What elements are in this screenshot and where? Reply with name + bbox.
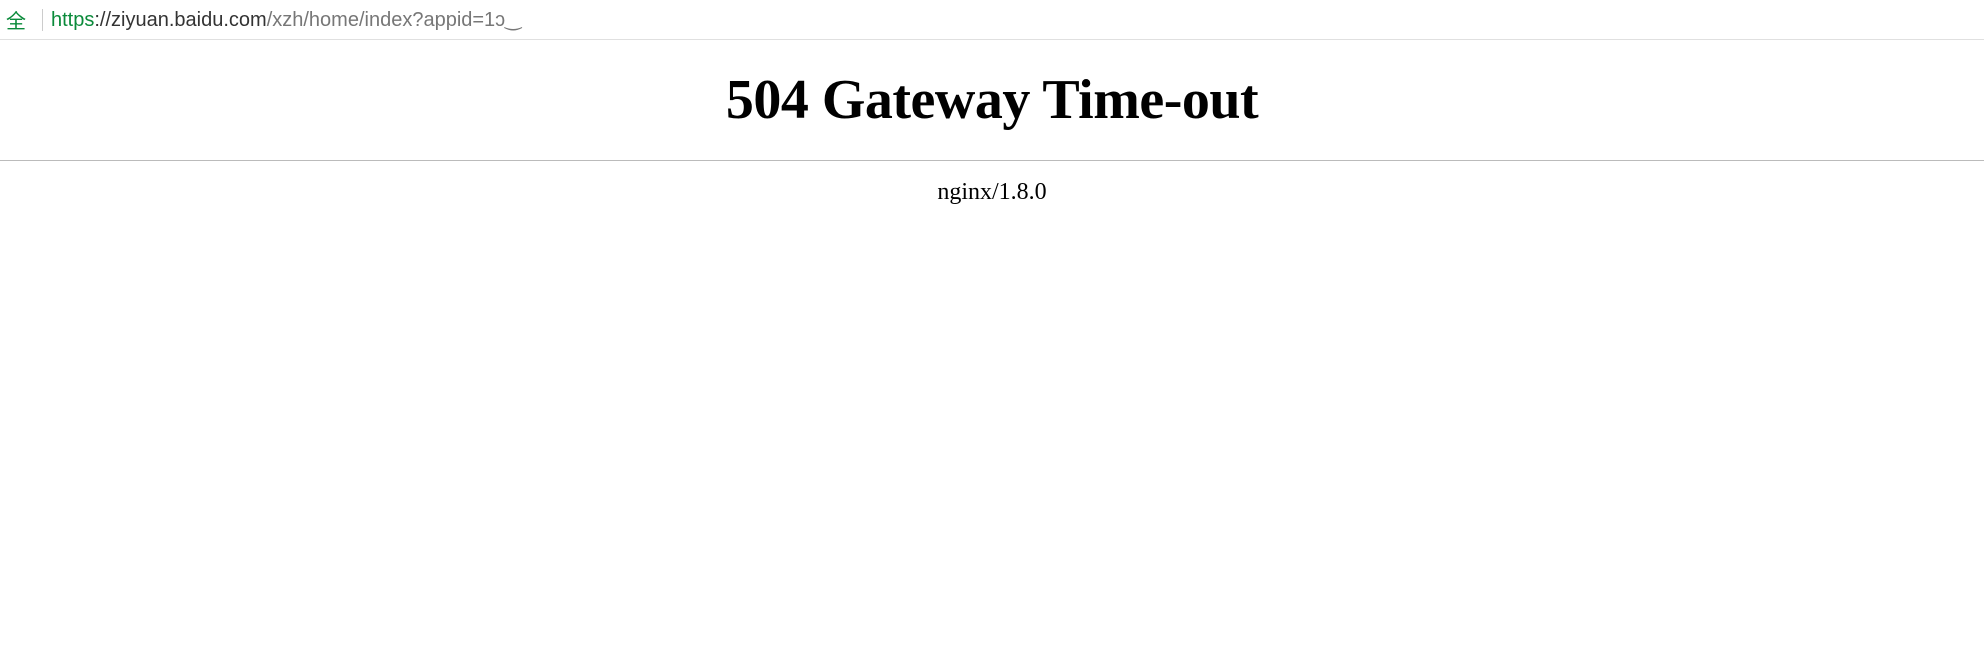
secure-indicator-label: 全 (4, 5, 26, 34)
url-scheme: https (51, 9, 94, 31)
error-title: 504 Gateway Time-out (0, 68, 1984, 132)
url-path: /xzh/home/index?appid=1ɔ‿ (267, 9, 522, 31)
url-display[interactable]: https://ziyuan.baidu.com/xzh/home/index?… (51, 7, 521, 32)
server-info: nginx/1.8.0 (0, 179, 1984, 206)
section-divider (0, 160, 1984, 161)
url-host: ://ziyuan.baidu.com (94, 9, 266, 31)
address-divider (42, 9, 43, 31)
address-bar[interactable]: 全 https://ziyuan.baidu.com/xzh/home/inde… (0, 0, 1984, 40)
page-content: 504 Gateway Time-out nginx/1.8.0 (0, 40, 1984, 206)
